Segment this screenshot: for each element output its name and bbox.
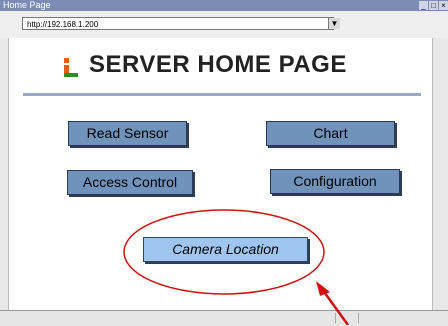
annotation-arrow-shaft — [320, 288, 350, 325]
annotation-overlay — [123, 209, 350, 325]
annotation-arrow-head — [316, 281, 330, 296]
highlight-ellipse — [123, 209, 325, 295]
